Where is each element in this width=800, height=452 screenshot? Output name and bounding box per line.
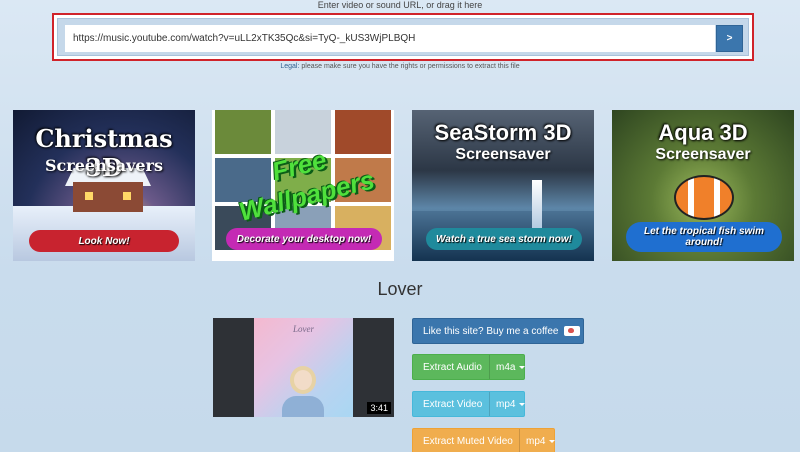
- ad-title: SeaStorm 3D: [434, 120, 572, 145]
- duration-badge: 3:41: [367, 402, 391, 414]
- extract-video-label: Extract Video: [423, 398, 483, 410]
- url-input-container: >: [57, 18, 749, 56]
- ad-subtitle: Screensavers: [44, 156, 163, 175]
- extract-muted-video-label: Extract Muted Video: [423, 435, 513, 447]
- album-art-figure: [282, 396, 324, 417]
- ad-image-window: [123, 192, 131, 200]
- url-input[interactable]: [65, 25, 715, 52]
- extract-video-button[interactable]: Extract Video mp4: [412, 391, 526, 417]
- album-art: Lover: [254, 318, 353, 417]
- ad-free-wallpapers[interactable]: Free Wallpapers Decorate your desktop no…: [212, 110, 394, 261]
- album-art-figure: [290, 366, 316, 394]
- audio-format-dropdown[interactable]: m4a: [489, 355, 526, 379]
- ad-subtitle: Screensaver: [655, 146, 751, 163]
- ad-image-lighthouse: [532, 180, 542, 230]
- ad-cta-button[interactable]: Watch a true sea storm now!: [426, 228, 582, 250]
- extract-audio-label: Extract Audio: [423, 361, 482, 373]
- ad-seastorm-screensaver[interactable]: SeaStorm 3D Screensaver Watch a true sea…: [412, 110, 594, 261]
- ad-cta-button[interactable]: Let the tropical fish swim around!: [626, 222, 782, 252]
- video-format-dropdown[interactable]: mp4: [489, 392, 526, 416]
- muted-format-dropdown[interactable]: mp4: [519, 429, 556, 452]
- ad-cta-button[interactable]: Look Now!: [29, 230, 179, 252]
- extract-audio-button[interactable]: Extract Audio m4a: [412, 354, 526, 380]
- ad-image-clownfish: [674, 175, 734, 220]
- ad-title: Aqua 3D: [658, 120, 748, 145]
- ad-christmas-screensavers[interactable]: Christmas 3D Screensavers Look Now!: [13, 110, 195, 261]
- ad-subtitle: Screensaver: [455, 146, 551, 163]
- ad-cta-button[interactable]: Decorate your desktop now!: [226, 228, 382, 250]
- media-title: Lover: [377, 279, 423, 299]
- url-prompt-label: Enter video or sound URL, or drag it her…: [317, 0, 483, 10]
- video-format-value: mp4: [496, 398, 516, 410]
- coffee-cup-icon: [564, 326, 581, 336]
- legal-label: Legal:: [280, 63, 300, 70]
- media-thumbnail: Lover 3:41: [213, 318, 394, 417]
- url-input-highlight: >: [52, 13, 754, 61]
- muted-format-value: mp4: [526, 435, 546, 447]
- buy-coffee-button[interactable]: Like this site? Buy me a coffee: [412, 318, 584, 344]
- audio-format-value: m4a: [496, 361, 516, 373]
- legal-notice: Legal: please make sure you have the rig…: [0, 63, 800, 70]
- album-art-title: Lover: [293, 324, 314, 334]
- wallpaper-tile: [215, 110, 271, 154]
- ad-image-house: [73, 182, 143, 212]
- ad-aqua-screensaver[interactable]: Aqua 3D Screensaver Let the tropical fis…: [612, 110, 794, 261]
- submit-url-button[interactable]: >: [716, 25, 743, 52]
- extract-muted-video-button[interactable]: Extract Muted Video mp4: [412, 428, 556, 452]
- chevron-down-icon: [549, 439, 556, 443]
- ad-image-window: [85, 192, 93, 200]
- buy-coffee-label: Like this site? Buy me a coffee: [423, 325, 559, 337]
- chevron-down-icon: [519, 365, 526, 369]
- chevron-down-icon: [519, 402, 526, 406]
- legal-text: please make sure you have the rights or …: [299, 63, 520, 70]
